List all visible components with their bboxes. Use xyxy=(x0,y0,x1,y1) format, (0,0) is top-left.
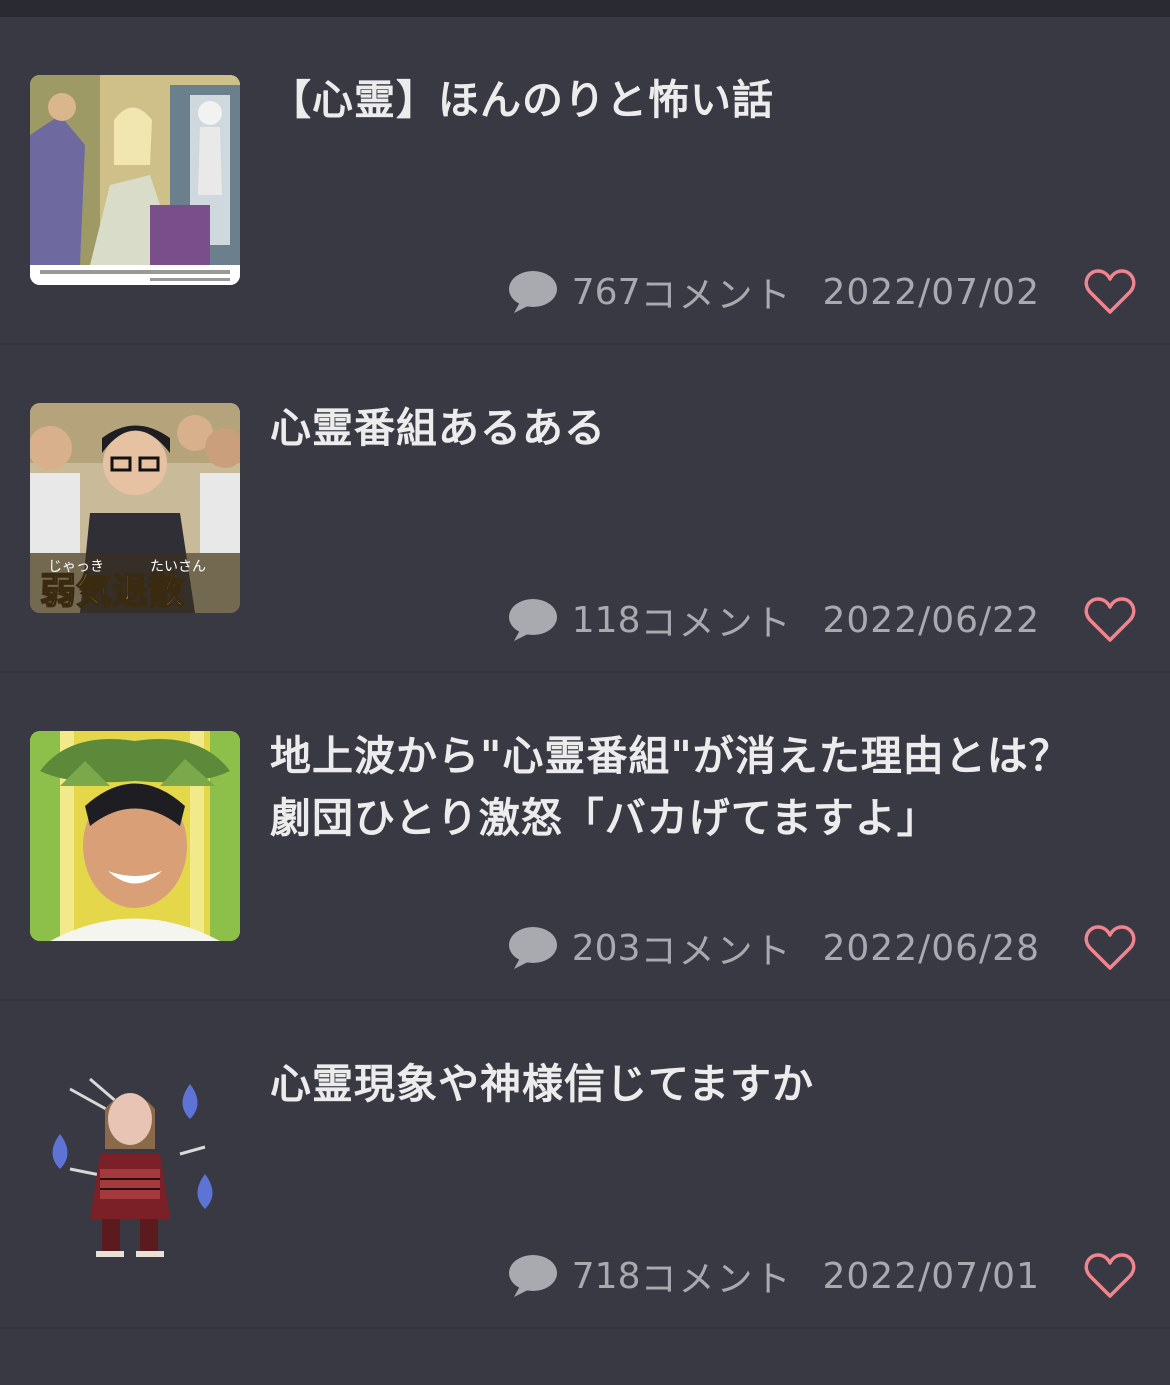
comment-count: 767 コメント xyxy=(572,266,793,318)
topic-thumbnail[interactable] xyxy=(30,731,240,941)
topic-thumbnail[interactable] xyxy=(30,75,240,285)
topic-meta: 203 コメント 2022/06/28 xyxy=(508,923,1040,973)
svg-text:弱気退散: 弱気退散 xyxy=(40,570,184,612)
topic-date: 2022/06/28 xyxy=(822,927,1040,969)
topic-thumbnail[interactable]: じゃっき たいさん 弱気退散 xyxy=(30,403,240,613)
speech-bubble-icon xyxy=(508,599,557,641)
topic-title[interactable]: 心霊番組あるある xyxy=(270,397,1130,459)
topic-date: 2022/07/02 xyxy=(822,271,1040,313)
topic-row[interactable]: 地上波から"心霊番組"が消えた理由とは？ 劇団ひとり激怒「バカげてますよ」 20… xyxy=(0,673,1170,1001)
comment-count: 718 コメント xyxy=(572,1250,793,1302)
comment-count: 118 コメント xyxy=(572,594,793,646)
comment-count-unit: コメント xyxy=(640,1259,793,1300)
topic-row[interactable]: 心霊現象や神様信じてますか 718 コメント 2022/07/01 xyxy=(0,1001,1170,1329)
comment-count-unit: コメント xyxy=(640,275,793,316)
topic-title[interactable]: 地上波から"心霊番組"が消えた理由とは？ 劇団ひとり激怒「バカげてますよ」 xyxy=(270,725,1130,849)
comment-count-number: 767 xyxy=(571,271,641,313)
comment-count-number: 203 xyxy=(571,927,641,969)
heart-outline-icon[interactable] xyxy=(1084,925,1136,971)
photo-thumbnail xyxy=(30,731,240,941)
speech-bubble-icon xyxy=(508,927,557,969)
heart-outline-icon[interactable] xyxy=(1084,269,1136,315)
topic-list: 【心霊】ほんのりと怖い話 767 コメント 2022/07/02 じゃっき たい… xyxy=(0,17,1170,1329)
illustration-thumbnail xyxy=(30,75,240,285)
heart-outline-icon[interactable] xyxy=(1084,597,1136,643)
comment-count-unit: コメント xyxy=(640,931,793,972)
topic-title[interactable]: 心霊現象や神様信じてますか xyxy=(270,1053,1130,1115)
topic-meta: 767 コメント 2022/07/02 xyxy=(508,267,1040,317)
photo-thumbnail: じゃっき たいさん 弱気退散 xyxy=(30,403,240,613)
comment-count: 203 コメント xyxy=(572,922,793,974)
topic-date: 2022/07/01 xyxy=(822,1255,1040,1297)
topic-thumbnail[interactable] xyxy=(30,1059,240,1269)
topic-meta: 718 コメント 2022/07/01 xyxy=(508,1251,1040,1301)
samurai-ghost-illustration xyxy=(30,1059,240,1269)
comment-count-number: 118 xyxy=(571,599,641,641)
comment-count-unit: コメント xyxy=(640,603,793,644)
speech-bubble-icon xyxy=(508,271,557,313)
speech-bubble-icon xyxy=(508,1255,557,1297)
comment-count-number: 718 xyxy=(571,1255,641,1297)
topic-meta: 118 コメント 2022/06/22 xyxy=(508,595,1040,645)
heart-outline-icon[interactable] xyxy=(1084,1253,1136,1299)
top-bar xyxy=(0,0,1170,17)
topic-title[interactable]: 【心霊】ほんのりと怖い話 xyxy=(270,69,1130,131)
topic-date: 2022/06/22 xyxy=(822,599,1040,641)
topic-row[interactable]: 【心霊】ほんのりと怖い話 767 コメント 2022/07/02 xyxy=(0,17,1170,345)
topic-row[interactable]: じゃっき たいさん 弱気退散 心霊番組あるある 118 コメント 2022/06/… xyxy=(0,345,1170,673)
